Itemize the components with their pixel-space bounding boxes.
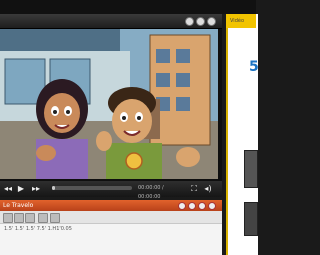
volume-icon[interactable]: ◂): [202, 184, 214, 194]
cartoon-scene-image: [0, 29, 218, 179]
desktop-top-strip: [0, 0, 256, 14]
editor-settings-icon[interactable]: [198, 202, 206, 210]
tool-icon-2[interactable]: [14, 213, 24, 223]
fullscreen-icon[interactable]: ⛶: [188, 184, 200, 194]
editor-title: Le Travelo: [3, 202, 34, 209]
side-document-title: Vidéo: [230, 18, 245, 24]
side-document-thumbnail[interactable]: [244, 150, 258, 188]
tool-icon-4[interactable]: [38, 213, 48, 223]
tool-icon-1[interactable]: [3, 213, 13, 223]
editor-maximize-icon[interactable]: [188, 202, 196, 210]
minimize-icon[interactable]: [185, 17, 194, 26]
video-frame[interactable]: [0, 29, 218, 179]
close-icon[interactable]: [207, 17, 216, 26]
forward-icon[interactable]: ▸▸: [30, 184, 42, 194]
editor-close-icon[interactable]: [208, 202, 216, 210]
maximize-icon[interactable]: [196, 17, 205, 26]
editor-ruler-text: 1.5' 1.5' 1.5' 7.5' 1.H1'0.05: [4, 226, 72, 232]
side-document-heading: 5: [249, 59, 259, 75]
tool-icon-3[interactable]: [25, 213, 35, 223]
side-document-thumbnail[interactable]: [244, 202, 258, 236]
timecode-display: 00:00:00 / 00:00:00: [138, 185, 164, 200]
progress-bar[interactable]: [52, 186, 132, 190]
rewind-icon[interactable]: ◂◂: [2, 184, 14, 194]
play-icon[interactable]: ▶: [15, 184, 27, 194]
progress-bar-fill: [52, 186, 55, 190]
editor-minimize-icon[interactable]: [178, 202, 186, 210]
tool-icon-5[interactable]: [50, 213, 60, 223]
